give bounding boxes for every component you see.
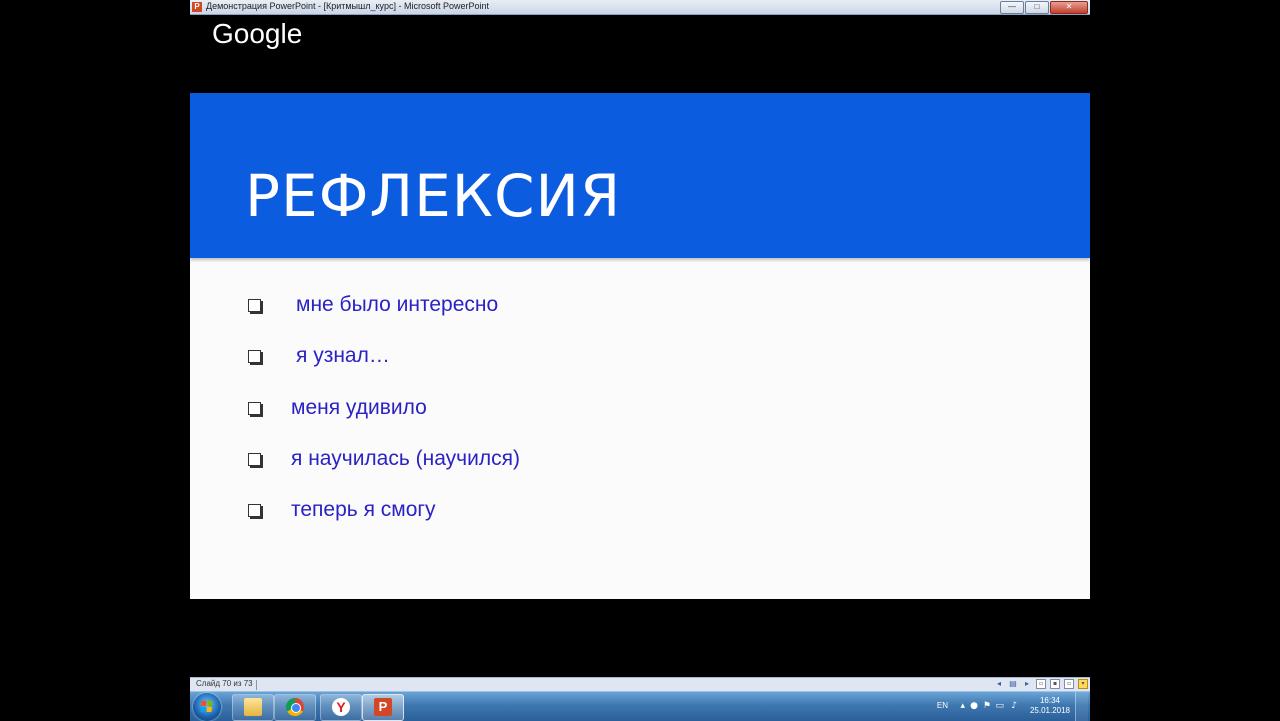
checkbox-bullet-icon <box>248 299 261 312</box>
system-tray: EN ▴ ● ⚑ ▭ ♪ 16:34 25.01.2018 <box>918 692 1088 721</box>
start-button[interactable] <box>193 693 221 721</box>
status-bar-icons: ◂ ▤ ▸ ▫ ▪ ▫ ▾ <box>994 679 1088 689</box>
clock-date: 25.01.2018 <box>1029 706 1070 715</box>
bullet-text: я узнал… <box>296 344 390 368</box>
chrome-icon <box>286 698 304 716</box>
google-logo: Google <box>212 18 303 49</box>
clock[interactable]: 16:34 25.01.2018 <box>1030 696 1070 716</box>
network-icon[interactable]: ▭ <box>995 701 1004 711</box>
flag-icon[interactable]: ⚑ <box>983 701 991 711</box>
checkbox-bullet-icon <box>248 401 261 415</box>
slide-header: РЕФЛЕКСИЯ <box>190 93 1090 258</box>
normal-view-icon[interactable]: ▫ <box>1036 679 1046 689</box>
checkbox-bullet-icon <box>248 350 261 364</box>
folder-icon <box>244 698 262 716</box>
language-indicator[interactable]: EN <box>937 701 948 710</box>
status-bar: Слайд 70 из 73 ◂ ▤ ▸ ▫ ▪ ▫ ▾ <box>190 677 1090 692</box>
taskbar-explorer-button[interactable] <box>232 694 274 721</box>
show-desktop-button[interactable] <box>1075 692 1088 721</box>
title-bar: P Демонстрация PowerPoint - [Критмышл_ку… <box>190 0 1090 15</box>
bullet-text: мне было интересно <box>296 293 499 316</box>
maximize-button[interactable]: □ <box>1025 1 1049 14</box>
checkbox-bullet-icon <box>248 452 261 466</box>
taskbar-yandex-button[interactable]: Y <box>320 694 362 721</box>
powerpoint-app-icon[interactable]: P <box>192 2 202 12</box>
close-button[interactable]: ✕ <box>1050 1 1088 14</box>
sorter-view-icon[interactable]: ▪ <box>1050 679 1060 689</box>
checkbox-bullet-icon <box>248 504 261 518</box>
window-controls: — □ ✕ <box>1000 1 1088 14</box>
app-tray-icon[interactable]: ● <box>970 701 978 711</box>
window-title: Демонстрация PowerPoint - [Критмышл_курс… <box>206 1 489 11</box>
yandex-icon: Y <box>332 698 350 716</box>
bullet-text: я научилась (научился) <box>291 446 520 470</box>
windows-logo-icon <box>200 701 214 713</box>
taskbar-powerpoint-button[interactable]: P <box>362 694 404 721</box>
minimize-button[interactable]: — <box>1000 1 1024 14</box>
reading-view-icon[interactable]: ▫ <box>1064 679 1074 689</box>
status-separator <box>256 680 257 690</box>
prev-icon[interactable]: ◂ <box>994 679 1004 689</box>
powerpoint-window: P Демонстрация PowerPoint - [Критмышл_ку… <box>190 0 1090 721</box>
volume-icon[interactable]: ♪ <box>1011 701 1017 711</box>
slide-counter: Слайд 70 из 73 <box>196 679 253 688</box>
next-icon[interactable]: ▸ <box>1022 679 1032 689</box>
clock-time: 16:34 <box>1039 696 1060 705</box>
bullet-text: меня удивило <box>291 395 427 419</box>
powerpoint-icon: P <box>374 698 392 716</box>
notes-icon[interactable]: ▤ <box>1008 679 1018 689</box>
bullet-text: теперь я смогу <box>291 498 436 522</box>
slide-title: РЕФЛЕКСИЯ <box>245 162 622 230</box>
windows-taskbar: Y P EN ▴ ● ⚑ ▭ ♪ 16:34 25.01.2018 <box>190 691 1090 721</box>
taskbar-chrome-button[interactable] <box>274 694 316 721</box>
show-hidden-icons-icon[interactable]: ▴ <box>960 701 965 711</box>
slideshow-view-icon[interactable]: ▾ <box>1078 679 1088 689</box>
slide[interactable]: РЕФЛЕКСИЯ мне было интересно я узнал… ме… <box>190 93 1090 599</box>
